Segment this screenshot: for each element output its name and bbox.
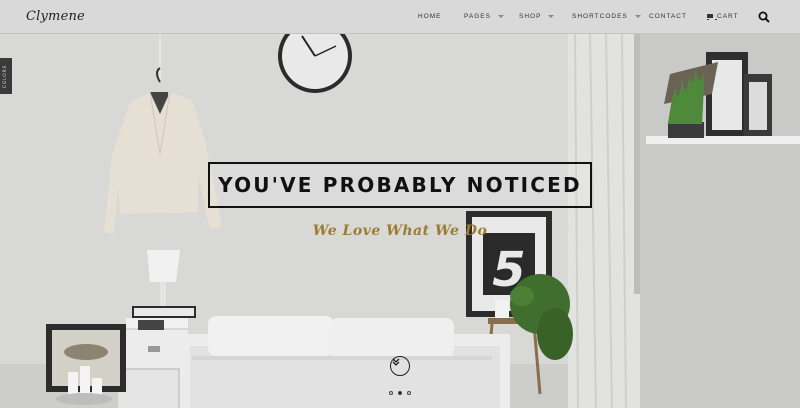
nav-item-label: SHORTCODES xyxy=(572,13,628,20)
nav-item-label: SHOP xyxy=(519,13,542,20)
nav-item-label: CART xyxy=(717,13,739,20)
hero-slider: 5 YOU'VE PROBABLY NOTICED We Love What W… xyxy=(0,34,800,408)
slider-dot-active[interactable] xyxy=(398,391,402,395)
hero-subheadline: We Love What We Do xyxy=(312,223,488,239)
main-nav: HOME PAGES SHOP SHORTCODES CONTACT CART xyxy=(0,0,800,34)
nav-item-label: CONTACT xyxy=(649,13,687,20)
chevron-down-icon xyxy=(634,15,641,18)
slider-dot[interactable] xyxy=(389,391,393,395)
chevron-down-icon xyxy=(548,15,555,18)
site-header: Clymene HOME PAGES SHOP SHORTCODES CONTA… xyxy=(0,0,800,34)
nav-item-label: PAGES xyxy=(464,13,491,20)
search-icon[interactable] xyxy=(758,11,770,23)
hero-headline: YOU'VE PROBABLY NOTICED xyxy=(218,173,582,197)
nav-item-label: HOME xyxy=(418,13,442,20)
nav-item-shortcodes[interactable]: SHORTCODES xyxy=(572,13,641,20)
colors-switcher-tab[interactable]: COLORS xyxy=(0,58,12,94)
slider-pagination xyxy=(389,391,411,395)
chevron-down-icon xyxy=(392,358,400,366)
colors-tab-label: COLORS xyxy=(3,64,9,88)
chevron-down-icon xyxy=(497,15,504,18)
hero-overlay xyxy=(0,34,800,408)
nav-item-home[interactable]: HOME xyxy=(418,13,442,20)
nav-item-shop[interactable]: SHOP xyxy=(519,13,555,20)
scroll-down-button[interactable] xyxy=(390,356,410,376)
hero-headline-box: YOU'VE PROBABLY NOTICED xyxy=(208,162,592,208)
slider-dot[interactable] xyxy=(407,391,411,395)
nav-item-pages[interactable]: PAGES xyxy=(464,13,504,20)
nav-item-contact[interactable]: CONTACT xyxy=(649,13,687,20)
nav-item-cart[interactable]: CART xyxy=(706,13,739,20)
cart-icon xyxy=(706,13,717,20)
